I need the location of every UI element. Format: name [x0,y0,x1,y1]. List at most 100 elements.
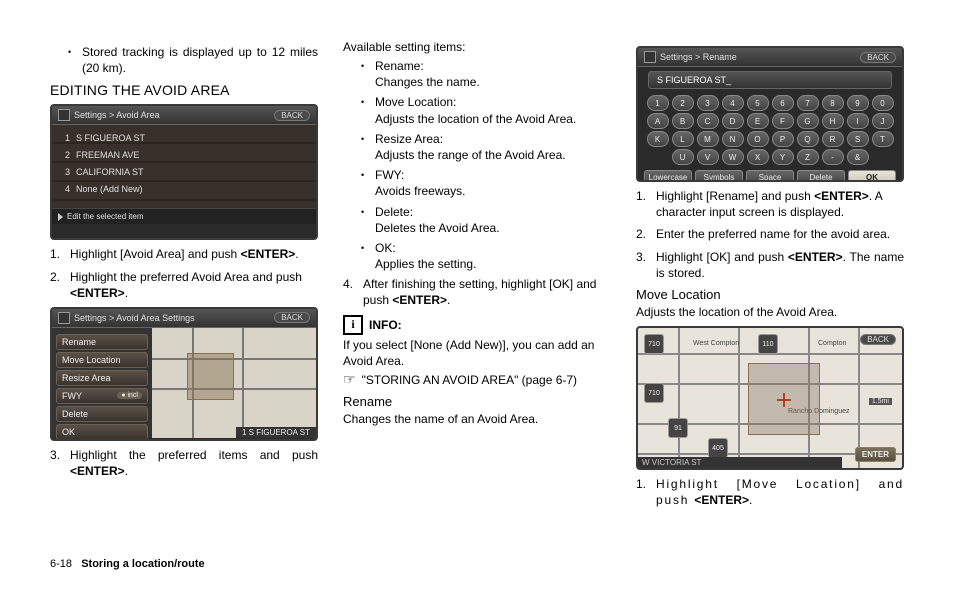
keyboard-key[interactable]: O [747,131,769,147]
keyboard-key[interactable]: 2 [672,95,694,111]
keyboard-key[interactable]: E [747,113,769,129]
list-item[interactable]: 2FREEMAN AVE [60,146,308,163]
page-number: 6-18 [50,558,72,570]
reference-link: ☞ "STORING AN AVOID AREA" (page 6-7) [343,371,611,388]
info-label: INFO: [369,318,402,332]
keyboard-key[interactable]: U [672,149,694,165]
move-location-heading: Move Location [636,287,904,302]
intro-bullet: Stored tracking is displayed up to 12 mi… [68,44,318,76]
keyboard-key[interactable]: & [847,149,869,165]
ss3-header: Settings > Rename BACK [638,48,902,67]
kb-lowercase[interactable]: Lowercase [644,170,692,182]
kb-space[interactable]: Space [746,170,794,182]
menu-icon [644,51,656,63]
shield-icon: 710 [644,383,664,403]
menu-icon [58,109,70,121]
screenshot-avoid-area-list: Settings > Avoid Area BACK 1S FIGUEROA S… [50,104,318,240]
page-columns: Stored tracking is displayed up to 12 mi… [50,40,904,550]
item-ok: OK:Applies the setting. [361,240,611,272]
kb-delete[interactable]: Delete [797,170,845,182]
step-3: 3.Highlight the preferred items and push… [50,447,318,479]
rename-heading: Rename [343,394,611,409]
keyboard-key[interactable]: 0 [872,95,894,111]
keyboard-key[interactable]: M [697,131,719,147]
keyboard-key[interactable]: R [822,131,844,147]
keyboard-key[interactable]: C [697,113,719,129]
keyboard-key[interactable]: 5 [747,95,769,111]
ss2-map-footer: 1 S FIGUEROA ST [236,427,316,438]
item-rename: Rename:Changes the name. [361,58,611,90]
crosshair-icon [780,396,788,404]
keyboard-key[interactable]: 1 [647,95,669,111]
keyboard-key[interactable]: J [872,113,894,129]
option-move-location[interactable]: Move Location [56,352,148,368]
shield-icon: 91 [668,418,688,438]
keyboard-key[interactable]: Y [772,149,794,165]
available-items-label: Available setting items: [343,40,611,54]
list-item[interactable]: 4None (Add New) [60,180,308,197]
info-heading: i INFO: [343,315,611,335]
list-item[interactable]: 3CALIFORNIA ST [60,163,308,180]
arrow-icon [58,213,63,221]
keyboard-key[interactable]: K [647,131,669,147]
back-button[interactable]: BACK [860,334,896,345]
back-button[interactable]: BACK [274,312,310,323]
keyboard-key[interactable]: I [847,113,869,129]
keyboard-key[interactable]: A [647,113,669,129]
option-fwy[interactable]: FWY● incl [56,388,148,404]
step-1: 1.Highlight [Avoid Area] and push <ENTER… [50,246,318,262]
keyboard-key[interactable]: 9 [847,95,869,111]
keyboard-key[interactable]: N [722,131,744,147]
keyboard-input[interactable]: S FIGUEROA ST_ [648,71,892,89]
list-item[interactable]: 1S FIGUEROA ST [60,129,308,146]
keyboard-key[interactable]: Z [797,149,819,165]
keyboard-key[interactable]: L [672,131,694,147]
keyboard-grid: 1234567890 ABCDEFGHIJ KLMNOPQRST UVWXYZ-… [638,93,902,167]
keyboard-key[interactable]: 7 [797,95,819,111]
column-1: Stored tracking is displayed up to 12 mi… [50,40,318,550]
keyboard-key[interactable]: G [797,113,819,129]
keyboard-buttons: Lowercase Symbols Space Delete OK [638,167,902,182]
kb-symbols[interactable]: Symbols [695,170,743,182]
keyboard-key[interactable]: S [847,131,869,147]
option-resize-area[interactable]: Resize Area [56,370,148,386]
back-button[interactable]: BACK [860,52,896,63]
keyboard-key[interactable]: F [772,113,794,129]
keyboard-key[interactable]: W [722,149,744,165]
ss1-footer: Edit the selected item [52,208,316,224]
map-area[interactable]: 710 110 91 405 710 BACK West Compton Com… [638,328,902,468]
keyboard-key[interactable]: 8 [822,95,844,111]
reference-icon: ☞ [343,371,356,388]
keyboard-key[interactable]: 6 [772,95,794,111]
heading-editing-avoid-area: EDITING THE AVOID AREA [50,82,318,98]
keyboard-key[interactable]: X [747,149,769,165]
ss2-title: Settings > Avoid Area Settings [74,313,195,323]
keyboard-key[interactable]: H [822,113,844,129]
page-footer: 6-18 Storing a location/route [50,558,904,570]
shield-icon: 110 [758,334,778,354]
ss2-header: Settings > Avoid Area Settings BACK [52,309,316,328]
keyboard-key[interactable]: P [772,131,794,147]
section-title: Storing a location/route [81,558,204,570]
back-button[interactable]: BACK [274,110,310,121]
ss1-title: Settings > Avoid Area [74,110,160,120]
keyboard-key[interactable]: 4 [722,95,744,111]
keyboard-key[interactable]: D [722,113,744,129]
reference-text: "STORING AN AVOID AREA" (page 6-7) [362,373,577,387]
keyboard-key[interactable]: V [697,149,719,165]
map-street-footer: W VICTORIA ST [638,457,842,468]
keyboard-key[interactable]: B [672,113,694,129]
keyboard-key[interactable]: 3 [697,95,719,111]
keyboard-key[interactable]: T [872,131,894,147]
option-rename[interactable]: Rename [56,334,148,350]
option-delete[interactable]: Delete [56,406,148,422]
kb-ok[interactable]: OK [848,170,896,182]
info-text: If you select [None (Add New)], you can … [343,337,611,369]
rename-text: Changes the name of an Avoid Area. [343,411,611,427]
rename-step-1: 1.Highlight [Rename] and push <ENTER>. A… [636,188,904,220]
keyboard-key[interactable]: - [822,149,844,165]
keyboard-key[interactable]: Q [797,131,819,147]
option-ok[interactable]: OK [56,424,148,440]
shield-icon: 405 [708,438,728,458]
map-enter-button[interactable]: ENTER [855,447,896,462]
